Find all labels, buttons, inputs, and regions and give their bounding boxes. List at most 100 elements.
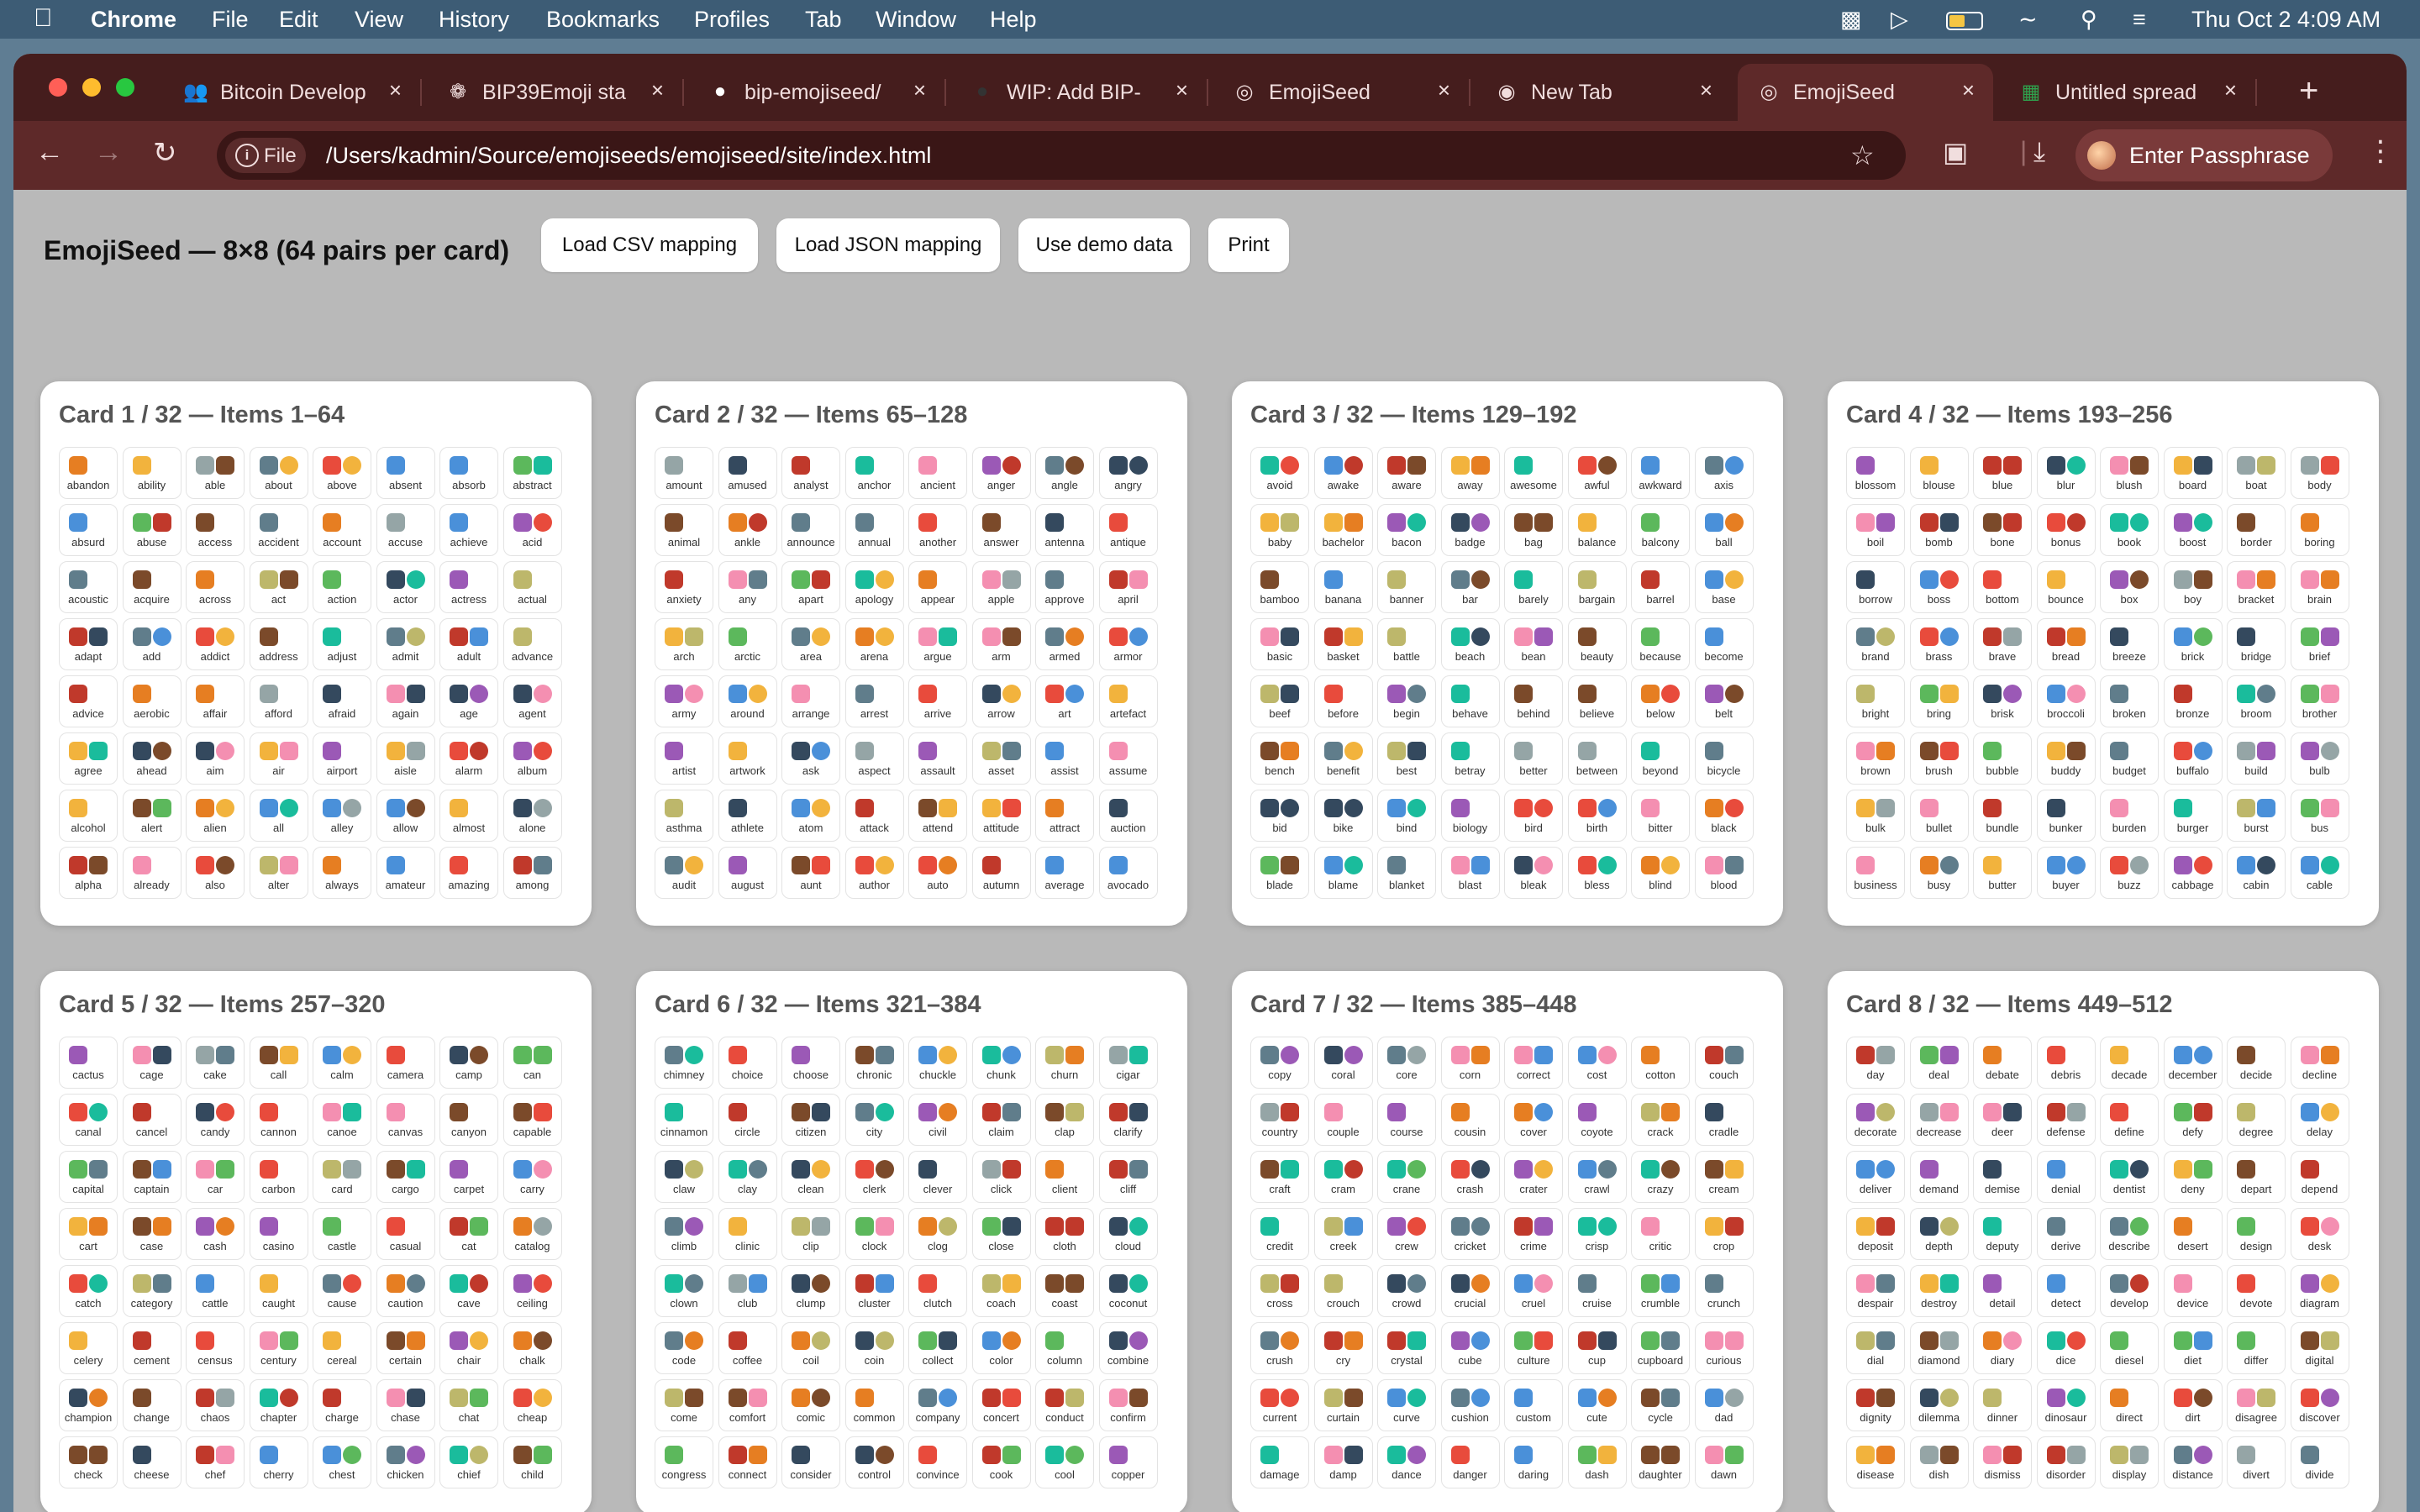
menu-tab[interactable]: Tab xyxy=(805,7,842,33)
forward-arrow-icon[interactable]: → xyxy=(94,136,123,169)
emoji-icon xyxy=(1281,1102,1299,1121)
emoji-icon xyxy=(533,1388,552,1407)
tab-close-icon[interactable]: × xyxy=(913,77,926,103)
zoom-window-icon[interactable] xyxy=(116,78,134,97)
word-label: blanket xyxy=(1389,878,1424,891)
emoji-pair xyxy=(1387,854,1426,876)
word-cell: damp xyxy=(1313,1436,1373,1488)
menu-window[interactable]: Window xyxy=(876,7,956,33)
emoji-pair xyxy=(386,1215,425,1237)
word-label: canyon xyxy=(451,1125,487,1138)
emoji-icon xyxy=(533,1445,552,1464)
word-cell: deputy xyxy=(1973,1208,2032,1260)
word-cell: code xyxy=(655,1322,713,1374)
emoji-icon xyxy=(1108,1216,1128,1236)
address-bar[interactable]: i File /Users/kadmin/Source/emojiseeds/e… xyxy=(217,131,1906,180)
emoji-icon xyxy=(1919,512,1939,532)
emoji-icon xyxy=(1108,684,1128,703)
tab-close-icon[interactable]: × xyxy=(651,77,664,103)
menu-app-name[interactable]: Chrome xyxy=(91,7,176,33)
emoji-icon xyxy=(812,855,830,874)
emoji-icon xyxy=(386,741,405,760)
apple-menu-icon[interactable]:  xyxy=(34,4,53,33)
menu-profiles[interactable]: Profiles xyxy=(694,7,770,33)
tab-4[interactable]: ◎ EmojiSeed × xyxy=(1213,64,1470,121)
emoji-icon xyxy=(1344,570,1363,589)
tab-2[interactable]: ● bip-emojiseed/× xyxy=(689,64,946,121)
menu-help[interactable]: Help xyxy=(990,7,1037,33)
word-label: cart xyxy=(79,1239,97,1252)
menu-bookmarks[interactable]: Bookmarks xyxy=(546,7,660,33)
back-arrow-icon[interactable]: ← xyxy=(35,136,64,169)
menubar-clock[interactable]: Thu Oct 2 4:09 AM xyxy=(2191,7,2381,33)
reload-icon[interactable]: ↻ xyxy=(153,136,177,170)
profile-button[interactable]: Enter Passphrase xyxy=(2075,129,2333,181)
control-center-icon[interactable]: ≡ xyxy=(2133,7,2146,33)
tab-close-icon[interactable]: × xyxy=(1176,77,1188,103)
tab-3[interactable]: ● WIP: Add BIP- × xyxy=(951,64,1208,121)
menu-file[interactable]: File xyxy=(212,7,249,33)
emoji-pair xyxy=(450,1273,488,1294)
word-cell: choice xyxy=(718,1037,777,1089)
word-cell: dilemma xyxy=(1909,1379,1969,1431)
print-button[interactable]: Print xyxy=(1208,218,1289,272)
minimize-window-icon[interactable] xyxy=(82,78,101,97)
word-label: cupboard xyxy=(1637,1353,1684,1367)
robot-status-icon[interactable]: ▩ xyxy=(1840,7,1862,33)
emoji-icon xyxy=(1450,798,1470,817)
battery-icon[interactable] xyxy=(1946,10,1983,36)
word-label: company xyxy=(915,1410,960,1424)
emoji-pair xyxy=(792,1387,830,1409)
load-json-button[interactable]: Load JSON mapping xyxy=(776,218,1000,272)
emoji-icon xyxy=(196,1388,214,1407)
emoji-icon xyxy=(728,684,747,703)
tab-close-icon[interactable]: × xyxy=(1438,77,1450,103)
tab-5[interactable]: ◉ New Tab × xyxy=(1476,64,1731,121)
site-info-chip[interactable]: i File xyxy=(225,138,306,173)
emoji-icon xyxy=(323,1388,341,1407)
emoji-pair xyxy=(665,1273,703,1294)
tab-close-icon[interactable]: × xyxy=(389,77,402,103)
tab-close-icon[interactable]: × xyxy=(1962,77,1975,103)
menu-history[interactable]: History xyxy=(439,7,509,33)
emoji-icon xyxy=(939,1160,957,1179)
wifi-icon[interactable]: ∼ xyxy=(2018,7,2038,33)
word-cell: armed xyxy=(1035,618,1094,670)
tab-close-icon[interactable]: × xyxy=(2224,77,2237,103)
word-cell: broom xyxy=(2227,675,2286,727)
url-text[interactable]: /Users/kadmin/Source/emojiseeds/emojisee… xyxy=(326,143,931,169)
tab-search-icon[interactable]: ▣ xyxy=(1943,136,1968,168)
emoji-icon xyxy=(2130,855,2149,874)
more-menu-icon[interactable]: ⋮ xyxy=(2366,134,2395,168)
word-label: afraid xyxy=(328,706,356,720)
close-window-icon[interactable] xyxy=(49,78,67,97)
word-label: blast xyxy=(1458,878,1482,891)
word-label: bike xyxy=(1333,821,1354,834)
emoji-icon xyxy=(279,1331,298,1350)
word-label: decrease xyxy=(1916,1125,1962,1138)
tab-1[interactable]: ❁ BIP39Emoji sta × xyxy=(427,64,684,121)
emoji-icon xyxy=(1065,455,1084,475)
tab-7[interactable]: ▦ Untitled spread × xyxy=(2000,64,2257,121)
play-status-icon[interactable]: ▷ xyxy=(1891,7,1908,33)
menu-edit[interactable]: Edit xyxy=(279,7,318,33)
new-tab-plus-icon[interactable]: + xyxy=(2299,72,2318,110)
emoji-icon xyxy=(450,1045,468,1064)
use-demo-data-button[interactable]: Use demo data xyxy=(1018,218,1190,272)
word-label: comic xyxy=(797,1410,825,1424)
word-cell: come xyxy=(655,1379,713,1431)
spotlight-search-icon[interactable]: ⚲ xyxy=(2081,7,2097,33)
bookmark-star-icon[interactable]: ☆ xyxy=(1850,139,1875,171)
word-cell: demand xyxy=(1909,1151,1969,1203)
tab-close-icon[interactable]: × xyxy=(1700,77,1712,103)
tab-0[interactable]: 👥 Bitcoin Develop × xyxy=(165,64,422,121)
emoji-icon xyxy=(1983,1159,2002,1179)
tab-6[interactable]: ◎ EmojiSeed × xyxy=(1738,64,1993,121)
load-csv-button[interactable]: Load CSV mapping xyxy=(541,218,758,272)
menu-view[interactable]: View xyxy=(355,7,403,33)
emoji-icon xyxy=(2003,684,2022,703)
download-icon[interactable]: ⤓ xyxy=(2033,136,2045,168)
emoji-icon xyxy=(812,1159,830,1179)
word-cell: column xyxy=(1035,1322,1094,1374)
word-cell: bleak xyxy=(1504,847,1563,899)
